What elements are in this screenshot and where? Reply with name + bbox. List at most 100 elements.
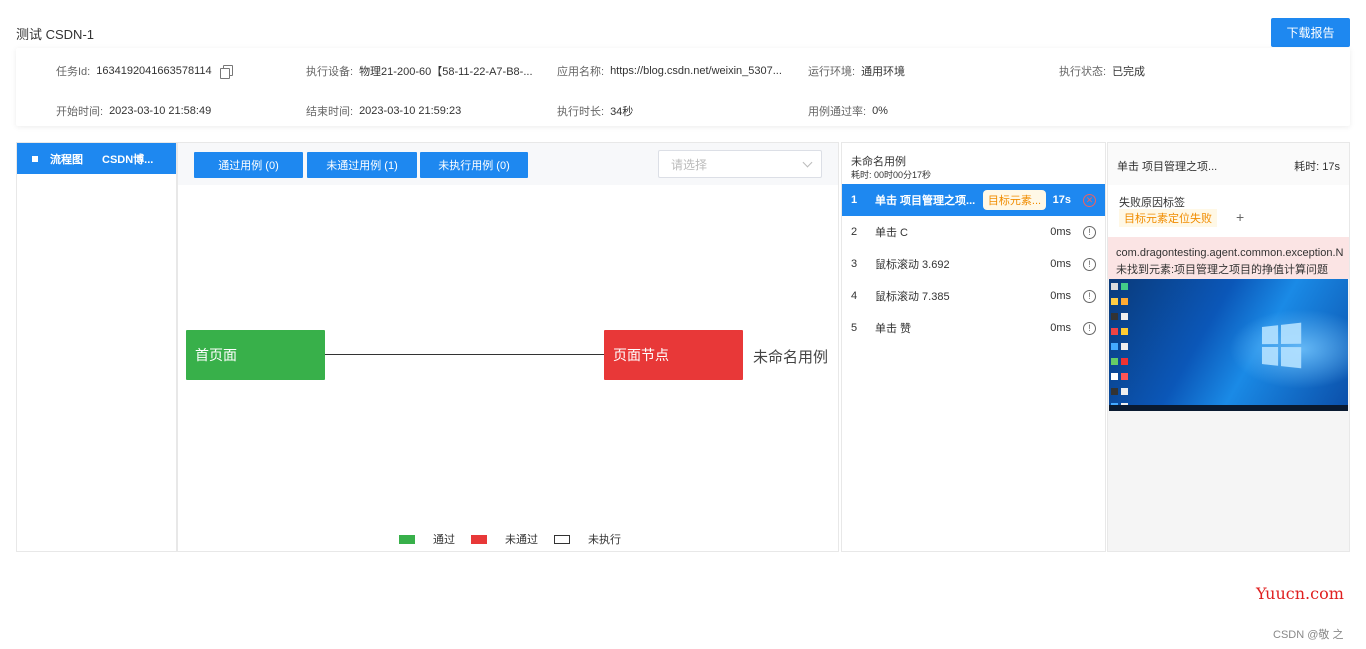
end-time: 结束时间: 2023-03-10 21:59:23 — [306, 103, 461, 119]
start-label: 开始时间: — [56, 106, 104, 118]
legend-not-run-label: 未执行 — [588, 534, 621, 546]
chevron-down-icon — [802, 157, 813, 168]
step-number: 3 — [851, 258, 858, 270]
info-icon[interactable]: ! — [1083, 225, 1096, 239]
detail-header: 单击 项目管理之项... 耗时: 17s — [1108, 143, 1349, 185]
info-icon[interactable]: ! — [1083, 289, 1096, 303]
copy-icon[interactable] — [219, 65, 233, 79]
step-name: 鼠标滚动 7.385 — [875, 291, 950, 303]
env-value: 通用环境 — [861, 66, 906, 78]
flow-tree-panel: 流程图 CSDN博... — [16, 142, 177, 552]
step-row[interactable]: 4 鼠标滚动 7.385 0ms ! — [842, 280, 1105, 312]
detail-title: 单击 项目管理之项... — [1117, 161, 1218, 173]
fail-reason-box: 失败原因标签 目标元素定位失败 + — [1108, 185, 1349, 237]
steps-title: 未命名用例 — [851, 156, 906, 168]
status-label: 执行状态: — [1059, 66, 1107, 78]
task-id: 任务Id: 1634192041663578114 — [56, 63, 233, 79]
desktop-icons — [1111, 283, 1141, 411]
case-select[interactable]: 请选择 — [658, 150, 822, 178]
duration-label: 执行时长: — [557, 106, 605, 118]
flow-legend: 通过 未通过 未执行 — [399, 531, 637, 547]
pass-rate: 用例通过率: 0% — [808, 103, 888, 119]
legend-fail-label: 未通过 — [505, 534, 538, 546]
page-title: 测试 CSDN-1 — [16, 27, 95, 42]
pass-rate-value: 0% — [872, 105, 888, 117]
task-info-panel: 任务Id: 1634192041663578114 执行设备: 物理21-200… — [16, 48, 1350, 126]
exec-duration: 执行时长: 34秒 — [557, 103, 633, 119]
step-time: 0ms — [1050, 322, 1071, 334]
status-info: 执行状态: 已完成 — [1059, 63, 1145, 79]
duration-value: 34秒 — [610, 106, 634, 118]
flowchart-panel: 通过用例 (0) 未通过用例 (1) 未执行用例 (0) 请选择 首页面 页面节… — [177, 142, 839, 552]
step-detail-panel: 单击 项目管理之项... 耗时: 17s 失败原因标签 目标元素定位失败 + c… — [1107, 142, 1350, 552]
failure-screenshot[interactable] — [1109, 279, 1348, 411]
step-time: 17s — [1052, 194, 1071, 206]
bullet-icon — [32, 155, 38, 162]
device-label: 执行设备: — [306, 66, 354, 78]
step-fail-tag: 目标元素... — [983, 190, 1046, 210]
info-icon[interactable]: ! — [1083, 257, 1096, 271]
flow-edge — [325, 354, 604, 355]
step-time: 0ms — [1050, 290, 1071, 302]
fail-reason-label: 失败原因标签 — [1119, 197, 1185, 209]
start-value: 2023-03-10 21:58:49 — [109, 105, 212, 117]
fail-reason-tag: 目标元素定位失败 — [1119, 209, 1217, 227]
end-label: 结束时间: — [306, 106, 354, 118]
watermark: Yuucn.com — [1256, 584, 1344, 603]
passed-cases-button[interactable]: 通过用例 (0) — [194, 152, 303, 178]
footer-credit: CSDN @敬 之 — [1273, 629, 1344, 641]
step-number: 4 — [851, 290, 858, 302]
app-info: 应用名称: https://blog.csdn.net/weixin_5307.… — [557, 63, 782, 79]
step-name: 单击 赞 — [875, 323, 912, 335]
legend-pass-label: 通过 — [433, 534, 455, 546]
app-value: https://blog.csdn.net/weixin_5307... — [610, 65, 782, 77]
detail-duration: 耗时: 17s — [1294, 161, 1340, 173]
step-row[interactable]: 2 单击 C 0ms ! — [842, 216, 1105, 248]
legend-not-run-swatch — [554, 534, 570, 544]
status-value: 已完成 — [1112, 66, 1146, 78]
steps-duration: 耗时: 00时00分17秒 — [851, 170, 932, 180]
step-name: 单击 C — [875, 227, 908, 239]
failed-cases-button[interactable]: 未通过用例 (1) — [307, 152, 417, 178]
exception-box: com.dragontesting.agent.common.exception… — [1108, 237, 1349, 279]
start-time: 开始时间: 2023-03-10 21:58:49 — [56, 103, 211, 119]
flow-node-home[interactable]: 首页面 — [186, 330, 325, 380]
env-label: 运行环境: — [808, 66, 856, 78]
select-placeholder: 请选择 — [671, 157, 708, 172]
step-row[interactable]: 3 鼠标滚动 3.692 0ms ! — [842, 248, 1105, 280]
not-run-cases-button[interactable]: 未执行用例 (0) — [420, 152, 528, 178]
error-icon[interactable]: ✕ — [1083, 193, 1096, 207]
case-filter-toolbar: 通过用例 (0) 未通过用例 (1) 未执行用例 (0) 请选择 — [178, 143, 838, 185]
end-value: 2023-03-10 21:59:23 — [359, 105, 462, 117]
step-name: 鼠标滚动 3.692 — [875, 259, 950, 271]
device-info: 执行设备: 物理21-200-60【58-11-22-A7-B8-... — [306, 63, 533, 79]
device-value: 物理21-200-60【58-11-22-A7-B8-... — [359, 66, 533, 78]
legend-pass-swatch — [399, 534, 415, 544]
add-icon[interactable]: + — [1236, 209, 1244, 225]
windows-logo — [1261, 322, 1302, 369]
info-icon[interactable]: ! — [1083, 321, 1096, 335]
pass-rate-label: 用例通过率: — [808, 106, 867, 118]
step-number: 2 — [851, 226, 858, 238]
step-number: 1 — [851, 194, 858, 206]
tree-item-name: CSDN博... — [102, 153, 154, 166]
app-label: 应用名称: — [557, 66, 605, 78]
task-id-value: 1634192041663578114 — [96, 65, 212, 77]
tree-item-label: 流程图 — [50, 153, 83, 166]
taskbar — [1109, 405, 1348, 411]
tree-item-flowchart[interactable]: 流程图 CSDN博... — [17, 143, 176, 174]
download-report-button[interactable]: 下载报告 — [1271, 18, 1350, 47]
env-info: 运行环境: 通用环境 — [808, 63, 905, 79]
step-row[interactable]: 5 单击 赞 0ms ! — [842, 312, 1105, 344]
step-row[interactable]: 1 单击 项目管理之项... 目标元素... 17s ✕ — [842, 184, 1105, 216]
task-id-label: 任务Id: — [56, 66, 91, 78]
step-number: 5 — [851, 322, 858, 334]
step-name: 单击 项目管理之项... — [875, 195, 976, 207]
step-time: 0ms — [1050, 258, 1071, 270]
legend-fail-swatch — [471, 534, 487, 544]
flow-case-label: 未命名用例 — [753, 349, 829, 366]
step-time: 0ms — [1050, 226, 1071, 238]
flow-node-page[interactable]: 页面节点 — [604, 330, 743, 380]
exception-class: com.dragontesting.agent.common.exception… — [1116, 247, 1344, 259]
case-steps-panel: 未命名用例 耗时: 00时00分17秒 1 单击 项目管理之项... 目标元素.… — [841, 142, 1106, 552]
